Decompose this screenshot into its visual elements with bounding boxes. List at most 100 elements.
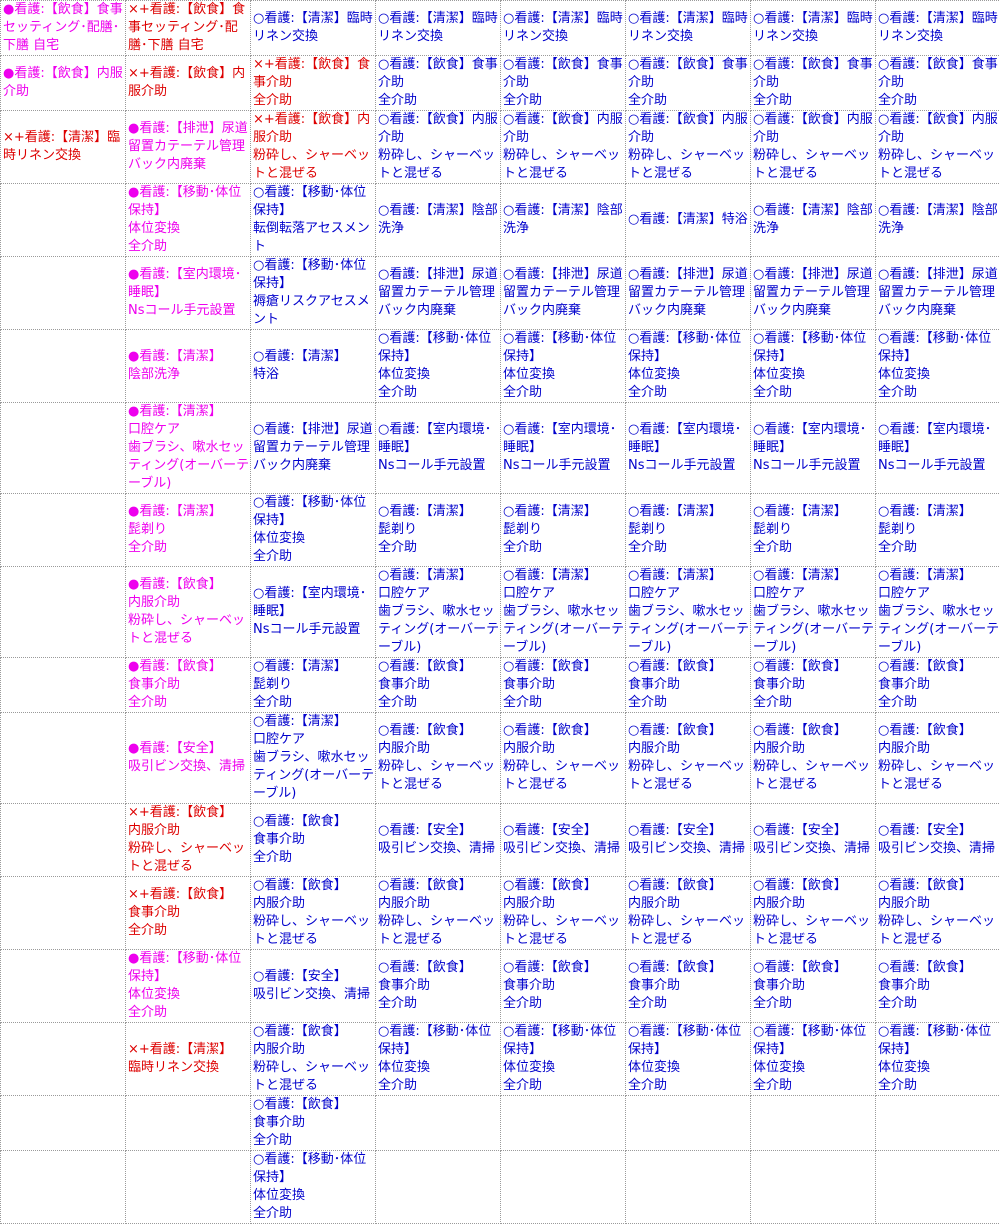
schedule-cell-planned[interactable]: ○看護:【排泄】尿道留置カテーテル管理 バック内廃棄: [876, 257, 1000, 330]
schedule-cell-planned[interactable]: ○看護:【安全】 吸引ビン交換、清掃: [876, 804, 1000, 877]
schedule-cell-done[interactable]: ●看護:【排泄】尿道留置カテーテル管理 バック内廃棄: [126, 111, 251, 184]
schedule-cell-cancelled[interactable]: ×+看護:【飲食】内服介助: [126, 56, 251, 111]
schedule-cell-planned[interactable]: ○看護:【清潔】 口腔ケア 歯ブラシ、嗽水セッティング(オーバーテーブル): [376, 567, 501, 658]
schedule-cell-planned[interactable]: ○看護:【移動･体位保持】 体位変換 全介助: [751, 1023, 876, 1096]
schedule-cell-planned[interactable]: ○看護:【清潔】臨時リネン交換: [376, 1, 501, 56]
schedule-cell-planned[interactable]: ○看護:【移動･体位保持】 体位変換 全介助: [501, 1023, 626, 1096]
schedule-cell-planned[interactable]: ○看護:【清潔】 髭剃り 全介助: [626, 494, 751, 567]
schedule-cell-planned[interactable]: ○看護:【移動･体位保持】 体位変換 全介助: [876, 330, 1000, 403]
schedule-cell-planned[interactable]: ○看護:【清潔】陰部洗浄: [376, 184, 501, 257]
schedule-cell-cancelled[interactable]: ×+看護:【清潔】 臨時リネン交換: [126, 1023, 251, 1096]
schedule-cell-planned[interactable]: ○看護:【室内環境･睡眠】 Nsコール手元設置: [876, 403, 1000, 494]
schedule-cell-planned[interactable]: ○看護:【飲食】 内服介助 粉砕し、シャーベットと混ぜる: [501, 877, 626, 950]
schedule-cell-planned[interactable]: ○看護:【飲食】食事介助 全介助: [751, 56, 876, 111]
schedule-cell-planned[interactable]: ○看護:【室内環境･睡眠】 Nsコール手元設置: [501, 403, 626, 494]
schedule-cell-planned[interactable]: ○看護:【飲食】内服介助 粉砕し、シャーベットと混ぜる: [751, 111, 876, 184]
schedule-cell-planned[interactable]: ○看護:【排泄】尿道留置カテーテル管理 バック内廃棄: [376, 257, 501, 330]
schedule-cell-planned[interactable]: ○看護:【飲食】 内服介助 粉砕し、シャーベットと混ぜる: [501, 713, 626, 804]
schedule-cell-cancelled[interactable]: ×+看護:【清潔】臨時リネン交換: [1, 111, 126, 184]
schedule-cell-planned[interactable]: ○看護:【清潔】特浴: [626, 184, 751, 257]
schedule-cell-planned[interactable]: ○看護:【室内環境･睡眠】 Nsコール手元設置: [626, 403, 751, 494]
schedule-cell-planned[interactable]: ○看護:【移動･体位保持】 体位変換 全介助: [876, 1023, 1000, 1096]
schedule-cell-planned[interactable]: ○看護:【清潔】陰部洗浄: [876, 184, 1000, 257]
schedule-cell-planned[interactable]: ○看護:【清潔】 髭剃り 全介助: [876, 494, 1000, 567]
schedule-cell-planned[interactable]: ○看護:【飲食】 内服介助 粉砕し、シャーベットと混ぜる: [751, 877, 876, 950]
schedule-cell-planned[interactable]: ○看護:【清潔】 口腔ケア 歯ブラシ、嗽水セッティング(オーバーテーブル): [501, 567, 626, 658]
schedule-cell-planned[interactable]: ○看護:【飲食】 内服介助 粉砕し、シャーベットと混ぜる: [251, 877, 376, 950]
schedule-cell-planned[interactable]: ○看護:【安全】 吸引ビン交換、清掃: [251, 950, 376, 1023]
schedule-cell-planned[interactable]: ○看護:【清潔】 口腔ケア 歯ブラシ、嗽水セッティング(オーバーテーブル): [751, 567, 876, 658]
schedule-cell-planned[interactable]: ○看護:【飲食】 内服介助 粉砕し、シャーベットと混ぜる: [376, 713, 501, 804]
schedule-cell-planned[interactable]: ○看護:【排泄】尿道留置カテーテル管理 バック内廃棄: [251, 403, 376, 494]
schedule-cell-planned[interactable]: ○看護:【飲食】 食事介助 全介助: [376, 658, 501, 713]
schedule-cell-planned[interactable]: ○看護:【飲食】食事介助 全介助: [376, 56, 501, 111]
schedule-cell-planned[interactable]: ○看護:【飲食】 食事介助 全介助: [876, 658, 1000, 713]
schedule-cell-planned[interactable]: ○看護:【飲食】 食事介助 全介助: [626, 950, 751, 1023]
schedule-cell-done[interactable]: ●看護:【室内環境･睡眠】 Nsコール手元設置: [126, 257, 251, 330]
schedule-cell-planned[interactable]: ○看護:【移動･体位保持】 体位変換 全介助: [626, 1023, 751, 1096]
schedule-cell-planned[interactable]: ○看護:【清潔】 髭剃り 全介助: [751, 494, 876, 567]
schedule-cell-planned[interactable]: ○看護:【飲食】 内服介助 粉砕し、シャーベットと混ぜる: [876, 877, 1000, 950]
schedule-cell-planned[interactable]: ○看護:【清潔】陰部洗浄: [751, 184, 876, 257]
schedule-cell-cancelled[interactable]: ×+看護:【飲食】 食事介助 全介助: [126, 877, 251, 950]
schedule-cell-done[interactable]: ●看護:【移動･体位保持】 体位変換 全介助: [126, 950, 251, 1023]
schedule-cell-planned[interactable]: ○看護:【飲食】 食事介助 全介助: [751, 950, 876, 1023]
schedule-cell-planned[interactable]: ○看護:【移動･体位保持】 体位変換 全介助: [251, 494, 376, 567]
schedule-cell-done[interactable]: ●看護:【安全】 吸引ビン交換、清掃: [126, 713, 251, 804]
schedule-cell-planned[interactable]: ○看護:【飲食】 食事介助 全介助: [376, 950, 501, 1023]
schedule-cell-done[interactable]: ●看護:【飲食】内服介助: [1, 56, 126, 111]
schedule-cell-planned[interactable]: ○看護:【移動･体位保持】 体位変換 全介助: [251, 1151, 376, 1224]
schedule-cell-planned[interactable]: ○看護:【移動･体位保持】 体位変換 全介助: [376, 330, 501, 403]
schedule-cell-done[interactable]: ●看護:【飲食】 内服介助 粉砕し、シャーベットと混ぜる: [126, 567, 251, 658]
schedule-cell-planned[interactable]: ○看護:【清潔】臨時リネン交換: [501, 1, 626, 56]
schedule-cell-planned[interactable]: ○看護:【室内環境･睡眠】 Nsコール手元設置: [751, 403, 876, 494]
schedule-cell-planned[interactable]: ○看護:【飲食】 内服介助 粉砕し、シャーベットと混ぜる: [251, 1023, 376, 1096]
schedule-cell-planned[interactable]: ○看護:【排泄】尿道留置カテーテル管理 バック内廃棄: [626, 257, 751, 330]
schedule-cell-planned[interactable]: ○看護:【飲食】 内服介助 粉砕し、シャーベットと混ぜる: [876, 713, 1000, 804]
schedule-cell-planned[interactable]: ○看護:【飲食】内服介助 粉砕し、シャーベットと混ぜる: [501, 111, 626, 184]
schedule-cell-planned[interactable]: ○看護:【飲食】 食事介助 全介助: [501, 950, 626, 1023]
schedule-cell-planned[interactable]: ○看護:【飲食】 内服介助 粉砕し、シャーベットと混ぜる: [626, 877, 751, 950]
schedule-cell-planned[interactable]: ○看護:【飲食】食事介助 全介助: [626, 56, 751, 111]
schedule-cell-planned[interactable]: ○看護:【飲食】 食事介助 全介助: [626, 658, 751, 713]
schedule-cell-planned[interactable]: ○看護:【飲食】 食事介助 全介助: [501, 658, 626, 713]
schedule-cell-planned[interactable]: ○看護:【清潔】臨時リネン交換: [251, 1, 376, 56]
schedule-cell-planned[interactable]: ○看護:【清潔】 髭剃り 全介助: [376, 494, 501, 567]
schedule-cell-planned[interactable]: ○看護:【室内環境･睡眠】 Nsコール手元設置: [376, 403, 501, 494]
schedule-cell-planned[interactable]: ○看護:【移動･体位保持】 体位変換 全介助: [376, 1023, 501, 1096]
schedule-cell-done[interactable]: ●看護:【飲食】食事セッティング･配膳･下膳 自宅: [1, 1, 126, 56]
schedule-cell-planned[interactable]: ○看護:【清潔】 特浴: [251, 330, 376, 403]
schedule-cell-planned[interactable]: ○看護:【清潔】臨時リネン交換: [626, 1, 751, 56]
schedule-cell-planned[interactable]: ○看護:【清潔】 髭剃り 全介助: [251, 658, 376, 713]
schedule-cell-planned[interactable]: ○看護:【飲食】 食事介助 全介助: [876, 950, 1000, 1023]
schedule-cell-done[interactable]: ●看護:【飲食】 食事介助 全介助: [126, 658, 251, 713]
schedule-cell-planned[interactable]: ○看護:【清潔】陰部洗浄: [501, 184, 626, 257]
schedule-cell-cancelled[interactable]: ×+看護:【飲食】内服介助 粉砕し、シャーベットと混ぜる: [251, 111, 376, 184]
schedule-cell-planned[interactable]: ○看護:【安全】 吸引ビン交換、清掃: [501, 804, 626, 877]
schedule-cell-planned[interactable]: ○看護:【飲食】食事介助 全介助: [876, 56, 1000, 111]
schedule-cell-planned[interactable]: ○看護:【清潔】 口腔ケア 歯ブラシ、嗽水セッティング(オーバーテーブル): [251, 713, 376, 804]
schedule-cell-cancelled[interactable]: ×+看護:【飲食】食事セッティング･配膳･下膳 自宅: [126, 1, 251, 56]
schedule-cell-planned[interactable]: ○看護:【移動･体位保持】 体位変換 全介助: [751, 330, 876, 403]
schedule-cell-cancelled[interactable]: ×+看護:【飲食】食事介助 全介助: [251, 56, 376, 111]
schedule-cell-planned[interactable]: ○看護:【移動･体位保持】 体位変換 全介助: [501, 330, 626, 403]
schedule-cell-planned[interactable]: ○看護:【清潔】臨時リネン交換: [876, 1, 1000, 56]
schedule-cell-planned[interactable]: ○看護:【移動･体位保持】 転倒転落アセスメント: [251, 184, 376, 257]
schedule-cell-planned[interactable]: ○看護:【飲食】内服介助 粉砕し、シャーベットと混ぜる: [876, 111, 1000, 184]
schedule-cell-planned[interactable]: ○看護:【飲食】 食事介助 全介助: [751, 658, 876, 713]
schedule-cell-planned[interactable]: ○看護:【飲食】内服介助 粉砕し、シャーベットと混ぜる: [626, 111, 751, 184]
schedule-cell-planned[interactable]: ○看護:【清潔】 口腔ケア 歯ブラシ、嗽水セッティング(オーバーテーブル): [626, 567, 751, 658]
schedule-cell-done[interactable]: ●看護:【清潔】 髭剃り 全介助: [126, 494, 251, 567]
schedule-cell-planned[interactable]: ○看護:【清潔】 髭剃り 全介助: [501, 494, 626, 567]
schedule-cell-planned[interactable]: ○看護:【安全】 吸引ビン交換、清掃: [376, 804, 501, 877]
schedule-cell-done[interactable]: ●看護:【移動･体位保持】 体位変換 全介助: [126, 184, 251, 257]
schedule-cell-planned[interactable]: ○看護:【安全】 吸引ビン交換、清掃: [751, 804, 876, 877]
schedule-cell-planned[interactable]: ○看護:【安全】 吸引ビン交換、清掃: [626, 804, 751, 877]
schedule-cell-planned[interactable]: ○看護:【飲食】 内服介助 粉砕し、シャーベットと混ぜる: [376, 877, 501, 950]
schedule-cell-planned[interactable]: ○看護:【飲食】 内服介助 粉砕し、シャーベットと混ぜる: [626, 713, 751, 804]
schedule-cell-planned[interactable]: ○看護:【飲食】食事介助 全介助: [501, 56, 626, 111]
schedule-cell-done[interactable]: ●看護:【清潔】 陰部洗浄: [126, 330, 251, 403]
schedule-cell-planned[interactable]: ○看護:【排泄】尿道留置カテーテル管理 バック内廃棄: [501, 257, 626, 330]
schedule-cell-planned[interactable]: ○看護:【室内環境･睡眠】 Nsコール手元設置: [251, 567, 376, 658]
schedule-cell-planned[interactable]: ○看護:【排泄】尿道留置カテーテル管理 バック内廃棄: [751, 257, 876, 330]
